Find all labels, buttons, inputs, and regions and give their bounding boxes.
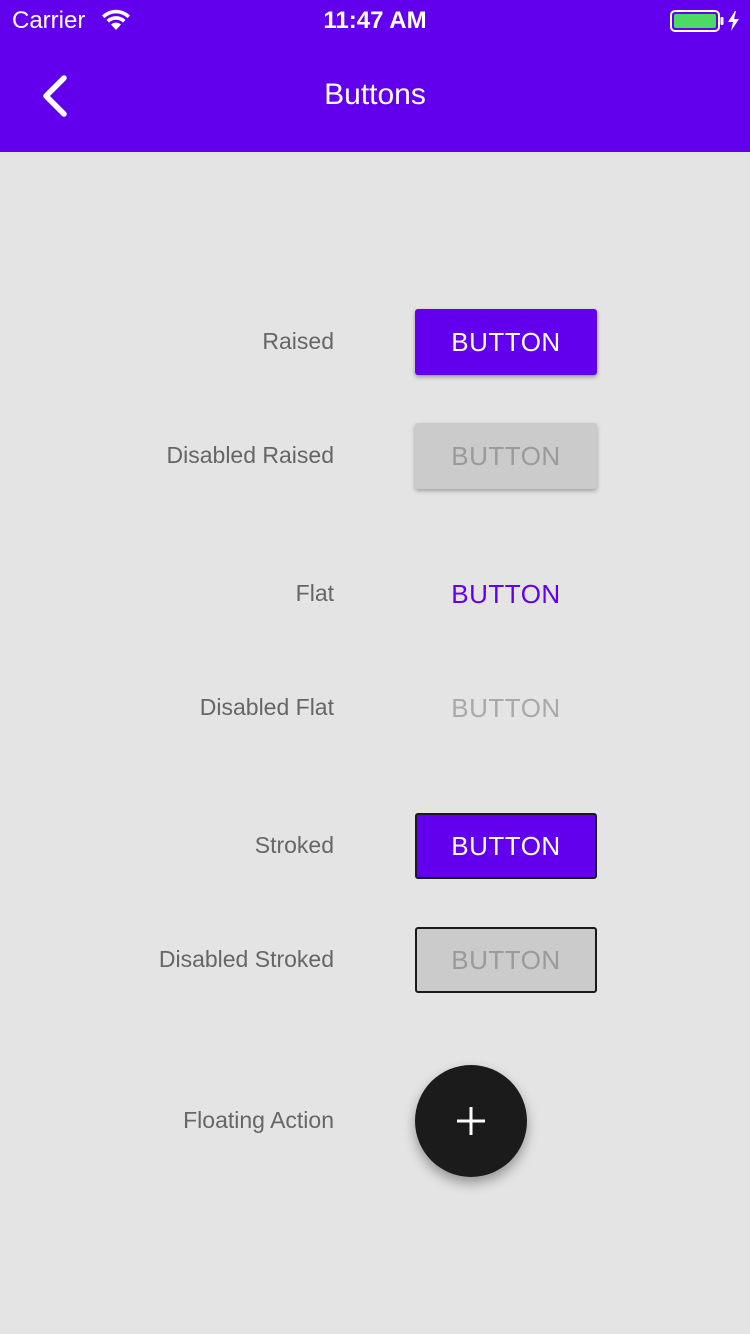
disabled-stroked-label: Disabled Stroked [158, 946, 334, 972]
battery-charging-icon [670, 10, 739, 32]
disabled-raised-label: Disabled Raised [166, 442, 334, 468]
buttons-screen: Carrier 11:47 AM Buttons Raised BUTTON D… [0, 0, 750, 1334]
status-time: 11:47 AM [323, 7, 427, 34]
plus-icon [457, 1107, 485, 1135]
raised-label: Raised [262, 328, 334, 354]
app-bar: Carrier 11:47 AM Buttons [0, 0, 750, 152]
stroked-label: Stroked [254, 832, 334, 858]
navigation-bar: Buttons [0, 40, 750, 152]
floating-action-button[interactable] [415, 1065, 527, 1177]
stroked-button[interactable]: BUTTON [415, 813, 597, 879]
disabled-flat-label: Disabled Flat [199, 694, 334, 720]
flat-button[interactable]: BUTTON [415, 561, 597, 627]
disabled-flat-button: BUTTON [451, 692, 561, 723]
status-bar: Carrier 11:47 AM [0, 0, 750, 40]
flat-label: Flat [295, 580, 334, 606]
raised-button[interactable]: BUTTON [415, 309, 597, 375]
disabled-raised-button: BUTTON [415, 423, 597, 489]
floating-action-label: Floating Action [183, 1107, 334, 1133]
disabled-stroked-button: BUTTON [415, 927, 597, 993]
page-title: Buttons [324, 78, 426, 111]
